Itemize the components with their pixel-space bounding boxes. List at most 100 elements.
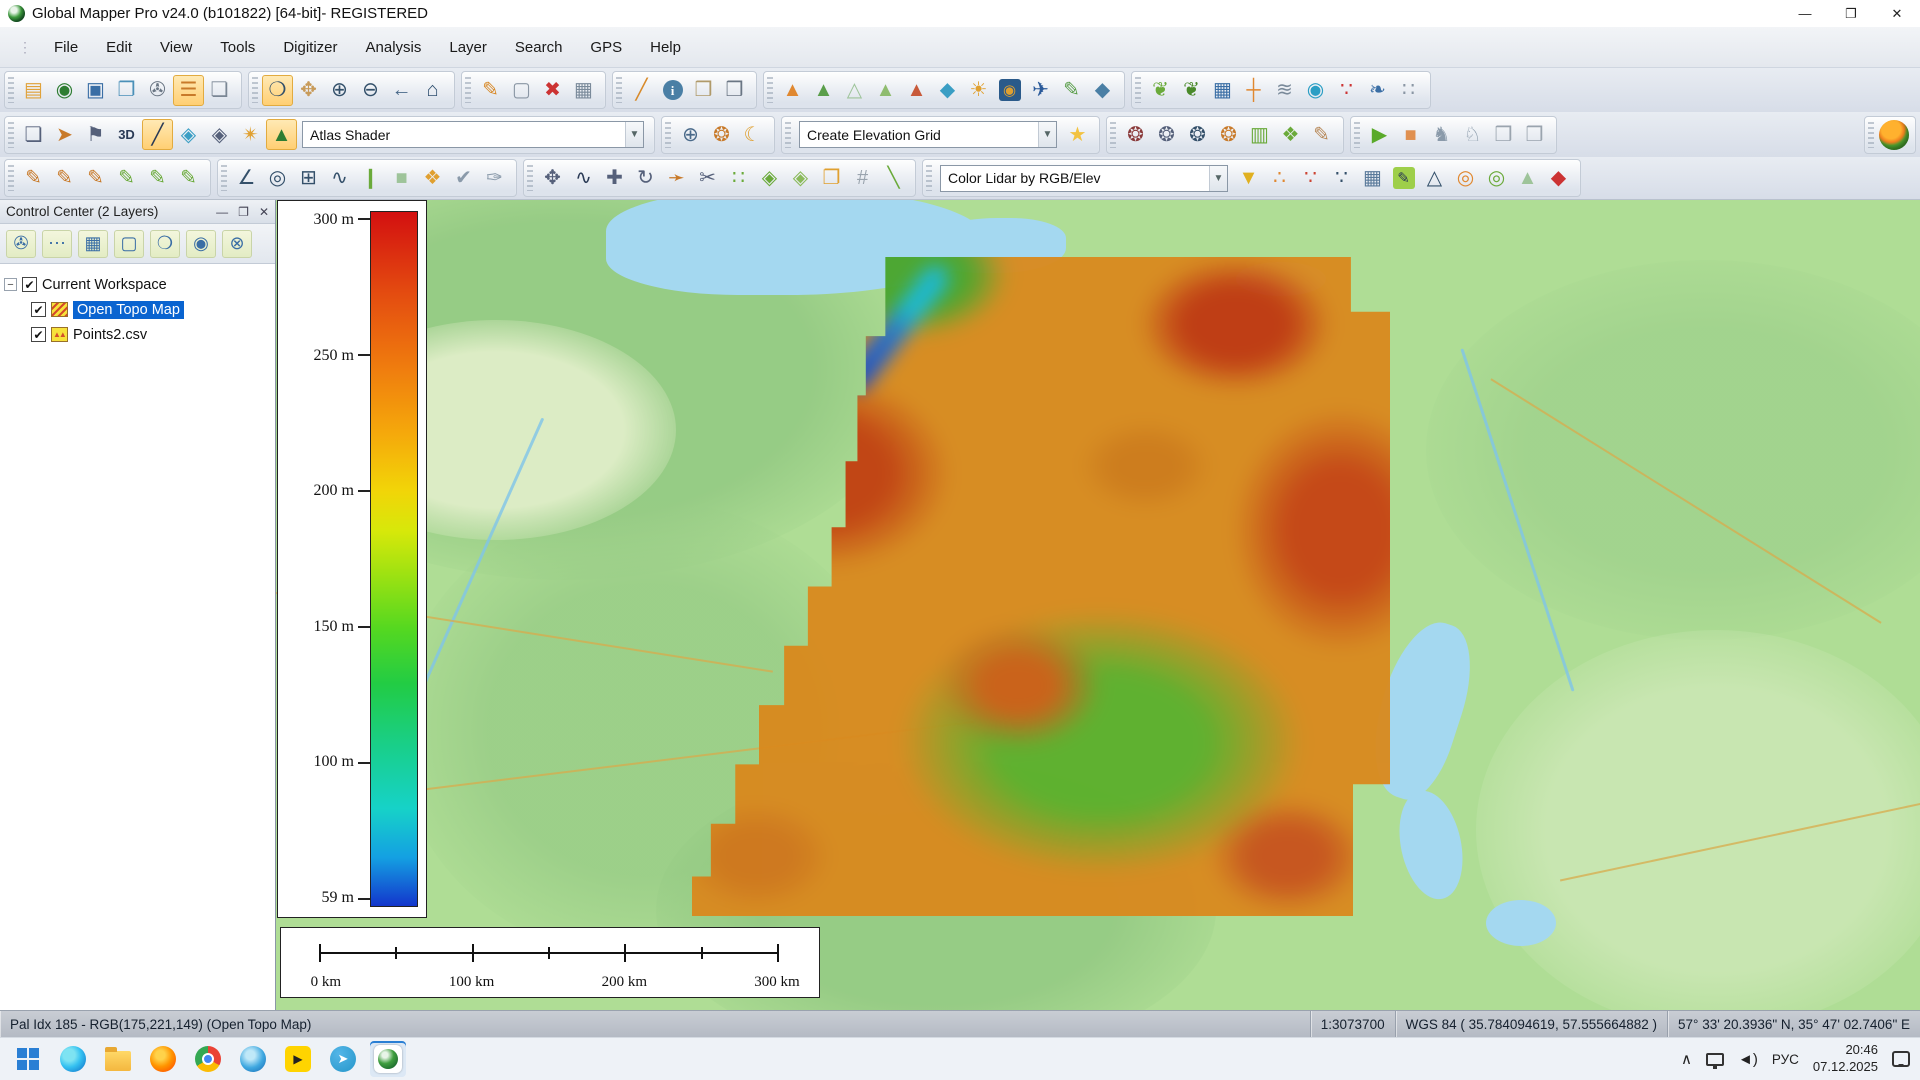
lidar-point-cluster-icon[interactable]: ∴ (1264, 163, 1295, 194)
record-play-icon[interactable]: ▶ (1364, 119, 1395, 150)
lidar-layer-stack-icon[interactable]: ◆ (1543, 163, 1574, 194)
feature-info-icon[interactable]: i (657, 75, 688, 106)
menu-item[interactable]: Search (501, 33, 577, 62)
fly-through-icon[interactable]: ✈ (1025, 75, 1056, 106)
copy-points-icon[interactable]: ∷ (723, 163, 754, 194)
create-grid-icon[interactable]: ⊞ (293, 163, 324, 194)
panel-minimize-button[interactable]: — (216, 205, 228, 219)
tree-expander-icon[interactable]: − (4, 278, 17, 291)
menu-item[interactable]: Tools (206, 33, 269, 62)
panel-close-button[interactable]: ✕ (259, 205, 269, 219)
flatten-terrain-icon[interactable]: ◆ (1087, 75, 1118, 106)
web-globe-icon[interactable]: ⊕ (675, 119, 706, 150)
split-line-scissors-icon[interactable]: ✂ (692, 163, 723, 194)
configuration-wrench-icon[interactable]: ✇ (142, 75, 173, 106)
spark-mountain-icon[interactable]: ✴ (235, 119, 266, 150)
telegram-icon[interactable]: ➤ (325, 1041, 361, 1077)
notification-center-icon[interactable] (1892, 1051, 1910, 1067)
measure-tool-icon[interactable]: ╱ (626, 75, 657, 106)
nav-arrow-icon[interactable]: ➤ (49, 119, 80, 150)
edit-attributes-icon[interactable]: ▦ (568, 75, 599, 106)
start-button[interactable] (10, 1041, 46, 1077)
digitizer-pencil-icon[interactable]: ✎ (475, 75, 506, 106)
lidar-flag-icon[interactable]: ◈ (204, 119, 235, 150)
lidar-settings-red-icon[interactable]: ❂ (1120, 119, 1151, 150)
lidar-settings-terrain-icon[interactable]: ❂ (1151, 119, 1182, 150)
gear-icon[interactable]: ❂ (706, 119, 737, 150)
edit-vertices-icon[interactable]: ∿ (568, 163, 599, 194)
clock[interactable]: 20:46 07.12.2025 (1813, 1042, 1878, 1076)
create-line-join-icon[interactable]: ∿ (324, 163, 355, 194)
rotate-feature-icon[interactable]: ↻ (630, 163, 661, 194)
utility-pole-icon[interactable]: ┼ (1238, 75, 1269, 106)
chevron-down-icon[interactable]: ▼ (625, 122, 643, 147)
raster-calculator-icon[interactable]: ▲ (901, 75, 932, 106)
control-center-titlebar[interactable]: Control Center (2 Layers) — ❐ ✕ (0, 200, 275, 224)
lidar-mesh-mountains-icon[interactable]: ▲ (1512, 163, 1543, 194)
lidar-clusters-green-icon[interactable]: ◎ (1481, 163, 1512, 194)
tree-row-layer[interactable]: ✔ Open Topo Map (4, 297, 271, 322)
create-buffer-icon[interactable]: ❙ (355, 163, 386, 194)
simulate-scene-icon[interactable]: ☀ (963, 75, 994, 106)
move-feature-icon[interactable]: ✥ (537, 163, 568, 194)
file-explorer-icon[interactable] (100, 1041, 136, 1077)
create-rectangle-icon[interactable]: ✎ (142, 163, 173, 194)
lidar-settings-table-icon[interactable]: ❂ (1182, 119, 1213, 150)
browser-beta-icon[interactable] (235, 1041, 271, 1077)
script-history-icon[interactable]: ❒ (1488, 119, 1519, 150)
tree-small-icon[interactable]: ❦ (1145, 75, 1176, 106)
maximize-button[interactable]: ❐ (1828, 0, 1874, 27)
tree-row-layer[interactable]: ✔ Points2.csv (4, 322, 271, 347)
edge-browser-icon[interactable] (55, 1041, 91, 1077)
create-point-icon[interactable]: ✎ (18, 163, 49, 194)
player-app-icon[interactable]: ▶ (280, 1041, 316, 1077)
globe-view-icon[interactable] (1878, 119, 1909, 150)
home-view-icon[interactable]: ⌂ (417, 75, 448, 106)
edit-tool-icon[interactable]: ✑ (479, 163, 510, 194)
layer-label[interactable]: Points2.csv (73, 327, 147, 343)
language-indicator[interactable]: РУС (1772, 1052, 1799, 1067)
chrome-icon[interactable] (190, 1041, 226, 1077)
lidar-qc-icon[interactable]: ◈ (173, 119, 204, 150)
chevron-down-icon[interactable]: ▼ (1038, 122, 1056, 147)
rabbit-icon[interactable]: ♘ (1457, 119, 1488, 150)
tree-row-workspace[interactable]: − ✔ Current Workspace (4, 272, 271, 297)
lidar-grid-slash-icon[interactable]: ▦ (1357, 163, 1388, 194)
control-center-icon[interactable]: ☰ (173, 75, 204, 106)
create-area-icon[interactable]: ✎ (111, 163, 142, 194)
crop-tool-icon[interactable]: # (847, 163, 878, 194)
panel-maximize-button[interactable]: ❐ (238, 205, 249, 219)
move-vertex-icon[interactable]: ✚ (599, 163, 630, 194)
lidar-filter-funnel-icon[interactable]: ▼ (1233, 163, 1264, 194)
workspace-checkbox[interactable]: ✔ (22, 277, 37, 292)
save-workspace-icon[interactable]: ▣ (80, 75, 111, 106)
offset-shapes-alt-icon[interactable]: ◈ (785, 163, 816, 194)
lidar-pen-icon[interactable]: ✎ (1306, 119, 1337, 150)
water-drop-icon[interactable]: ◉ (1300, 75, 1331, 106)
lidar-eyedropper-icon[interactable]: ✎ (1388, 163, 1419, 194)
search-attributes-icon[interactable]: ❒ (688, 75, 719, 106)
zoom-in-icon[interactable]: ⊕ (324, 75, 355, 106)
workspace-label[interactable]: Current Workspace (42, 277, 167, 293)
layer-metadata-icon[interactable]: ⋯ (42, 230, 72, 258)
terrain-layers-icon[interactable]: ▲ (808, 75, 839, 106)
view-shed-icon[interactable]: ▲ (777, 75, 808, 106)
menu-item[interactable]: Layer (435, 33, 501, 62)
menu-item[interactable]: Digitizer (269, 33, 351, 62)
analysis-combobox[interactable]: Create Elevation Grid ▼ (799, 121, 1057, 148)
tray-chevron-icon[interactable]: ∧ (1681, 1050, 1692, 1068)
lidar-settings-add-icon[interactable]: ❂ (1213, 119, 1244, 150)
map-window-icon[interactable]: ❐ (111, 75, 142, 106)
crescent-moon-icon[interactable]: ☾ (737, 119, 768, 150)
point-pair-icon[interactable]: ∵ (1331, 75, 1362, 106)
needle-tool-icon[interactable]: ╲ (878, 163, 909, 194)
apply-check-icon[interactable]: ✔ (448, 163, 479, 194)
minimize-button[interactable]: — (1782, 0, 1828, 27)
watershed-icon[interactable]: ◆ (932, 75, 963, 106)
map-view[interactable]: 300 m250 m200 m150 m100 m59 m 0 km 100 k… (276, 200, 1920, 1010)
lidar-clusters-orange-icon[interactable]: ◎ (1450, 163, 1481, 194)
create-angle-icon[interactable]: ∠ (231, 163, 262, 194)
layer-options-icon[interactable]: ✇ (6, 230, 36, 258)
terrain-paint-icon[interactable]: ✎ (1056, 75, 1087, 106)
atlas-shader-mountain-icon[interactable]: ▲ (266, 119, 297, 150)
